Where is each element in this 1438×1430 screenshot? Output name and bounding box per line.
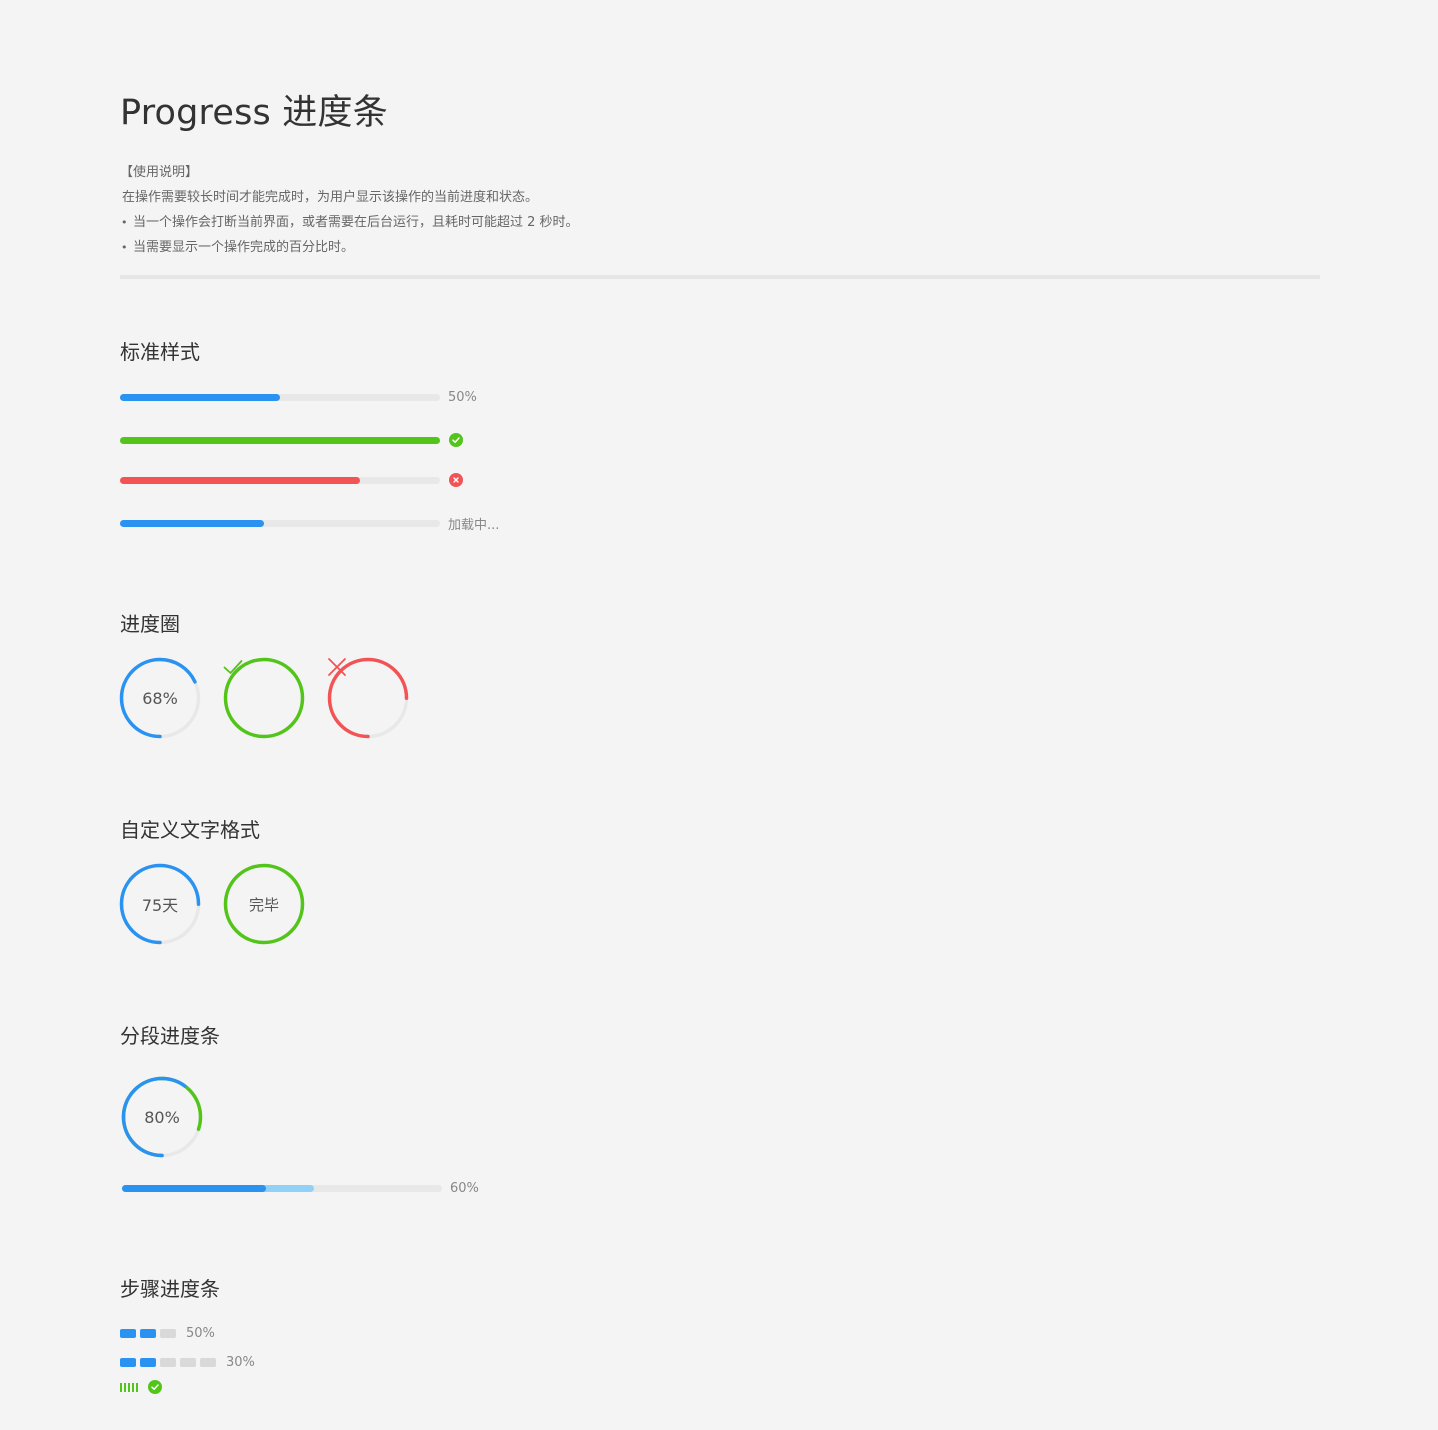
divider xyxy=(120,275,1320,279)
page-title: Progress 进度条 xyxy=(120,93,388,133)
progress-label: 60% xyxy=(450,1180,479,1196)
progress-fill xyxy=(120,436,440,444)
progress-circle-days: 75天 xyxy=(118,862,202,946)
section-title-circle: 进度圈 xyxy=(120,612,180,636)
step-tick xyxy=(120,1382,122,1392)
step-block-active xyxy=(120,1357,136,1367)
check-circle-icon xyxy=(449,433,463,447)
section-title-custom-format: 自定义文字格式 xyxy=(120,818,260,842)
check-icon xyxy=(222,656,306,740)
progress-fill xyxy=(120,519,264,527)
usage-line: 在操作需要较长时间才能完成时，为用户显示该操作的当前进度和状态。 xyxy=(122,190,539,205)
section-title-segmented: 分段进度条 xyxy=(120,1024,220,1048)
progress-track xyxy=(122,1184,442,1192)
progress-fill-success xyxy=(122,1184,266,1192)
close-icon xyxy=(326,656,410,740)
close-circle-icon xyxy=(449,473,463,487)
steps-progress-5: 30% xyxy=(120,1354,255,1370)
steps-label: 30% xyxy=(226,1354,255,1370)
progress-bar-normal: 50% xyxy=(120,387,477,407)
step-block-active xyxy=(140,1328,156,1338)
step-tick xyxy=(128,1382,130,1392)
step-block-active xyxy=(120,1328,136,1338)
usage-bullet: 当需要显示一个操作完成的百分比时。 xyxy=(120,235,579,260)
progress-doc-page: Progress 进度条 【使用说明】 在操作需要较长时间才能完成时，为用户显示… xyxy=(0,0,1438,1430)
progress-circle-label: 完毕 xyxy=(248,895,279,914)
step-block-inactive xyxy=(180,1357,196,1367)
progress-track xyxy=(120,436,440,444)
step-block-inactive xyxy=(160,1328,176,1338)
progress-label: 加载中... xyxy=(448,517,500,533)
step-tick xyxy=(124,1382,126,1392)
step-block-inactive xyxy=(160,1357,176,1367)
progress-circle-error xyxy=(326,656,410,740)
steps-label: 50% xyxy=(186,1325,215,1341)
step-tick xyxy=(136,1382,138,1392)
progress-track xyxy=(120,476,440,484)
section-title-steps: 步骤进度条 xyxy=(120,1277,220,1301)
check-circle-icon xyxy=(148,1380,162,1394)
usage-notes: 【使用说明】 在操作需要较长时间才能完成时，为用户显示该操作的当前进度和状态。 … xyxy=(120,160,579,260)
steps-progress-success xyxy=(120,1380,162,1394)
step-block-active xyxy=(140,1357,156,1367)
progress-bar-success xyxy=(120,430,463,450)
usage-bullet: 当一个操作会打断当前界面，或者需要在后台运行，且耗时可能超过 2 秒时。 xyxy=(120,210,579,235)
progress-label: 50% xyxy=(448,389,477,405)
progress-circle-label: 68% xyxy=(142,688,178,708)
progress-bar-segmented: 60% xyxy=(122,1178,479,1198)
step-tick xyxy=(132,1382,134,1392)
progress-fill xyxy=(120,393,280,401)
progress-bar-error xyxy=(120,470,463,490)
section-title-standard: 标准样式 xyxy=(120,340,200,364)
progress-circle-normal: 68% xyxy=(118,656,202,740)
progress-track xyxy=(120,519,440,527)
progress-circle-label: 80% xyxy=(144,1107,180,1127)
progress-circle-done: 完毕 xyxy=(222,862,306,946)
usage-heading: 【使用说明】 xyxy=(120,165,199,180)
steps-progress-3: 50% xyxy=(120,1325,215,1341)
step-block-inactive xyxy=(200,1357,216,1367)
progress-track xyxy=(120,393,440,401)
progress-circle-success xyxy=(222,656,306,740)
progress-circle-label: 75天 xyxy=(141,896,179,915)
progress-fill xyxy=(120,476,360,484)
progress-circle-segmented: 80% xyxy=(120,1075,204,1159)
progress-bar-active: 加载中... xyxy=(120,513,499,533)
